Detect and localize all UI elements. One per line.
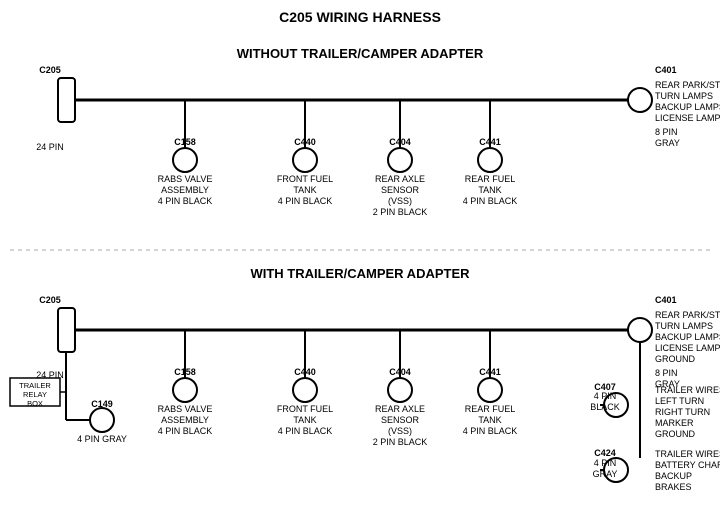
- c441-text2: TANK: [478, 185, 501, 195]
- c404-text2: SENSOR: [381, 185, 420, 195]
- c401b-label: C401: [655, 295, 677, 305]
- c440b-connector: [293, 378, 317, 402]
- c401b-text3: BACKUP LAMPS: [655, 332, 720, 342]
- c404b-label: C404: [389, 367, 411, 377]
- c404b-text4: 2 PIN BLACK: [373, 437, 428, 447]
- c401-text4: LICENSE LAMPS: [655, 113, 720, 123]
- c440-text2: TANK: [293, 185, 316, 195]
- c158-connector: [173, 148, 197, 172]
- c407-text3: RIGHT TURN: [655, 407, 710, 417]
- c424-color: GRAY: [593, 469, 618, 479]
- section1-label: WITHOUT TRAILER/CAMPER ADAPTER: [237, 46, 484, 61]
- c401-label: C401: [655, 65, 677, 75]
- c401b-text1: REAR PARK/STOP: [655, 310, 720, 320]
- c401-color-label: GRAY: [655, 138, 680, 148]
- c441-connector: [478, 148, 502, 172]
- c424-text3: BACKUP: [655, 471, 692, 481]
- c404-text1: REAR AXLE: [375, 174, 425, 184]
- c441b-label: C441: [479, 367, 501, 377]
- c440-connector: [293, 148, 317, 172]
- c401-text1: REAR PARK/STOP: [655, 80, 720, 90]
- wiring-diagram: C205 WIRING HARNESS WITHOUT TRAILER/CAMP…: [0, 0, 720, 517]
- c407-pin: 4 PIN: [594, 391, 617, 401]
- c424-text1: TRAILER WIRES: [655, 449, 720, 459]
- c401b-text4: LICENSE LAMPS: [655, 343, 720, 353]
- c440b-text1: FRONT FUEL: [277, 404, 333, 414]
- c407-text5: GROUND: [655, 429, 695, 439]
- c205-connector: [58, 78, 75, 122]
- c440b-text2: TANK: [293, 415, 316, 425]
- c158-text2: ASSEMBLY: [161, 185, 209, 195]
- c401-connector: [628, 88, 652, 112]
- c158b-connector: [173, 378, 197, 402]
- c404-label: C404: [389, 137, 411, 147]
- c158-label: C158: [174, 137, 196, 147]
- c158b-text3: 4 PIN BLACK: [158, 426, 213, 436]
- c407-text4: MARKER: [655, 418, 694, 428]
- c441b-text1: REAR FUEL: [465, 404, 516, 414]
- c158-text3: 4 PIN BLACK: [158, 196, 213, 206]
- c401-text2: TURN LAMPS: [655, 91, 713, 101]
- c441-text1: REAR FUEL: [465, 174, 516, 184]
- trailer-relay-text2: RELAY: [23, 390, 47, 399]
- c424-label: C424: [594, 448, 616, 458]
- c440-text1: FRONT FUEL: [277, 174, 333, 184]
- c404b-text1: REAR AXLE: [375, 404, 425, 414]
- c149-connector: [90, 408, 114, 432]
- c440-text3: 4 PIN BLACK: [278, 196, 333, 206]
- c205-pin-label: 24 PIN: [36, 142, 64, 152]
- c401b-pin-label: 8 PIN: [655, 368, 678, 378]
- page-title: C205 WIRING HARNESS: [279, 9, 441, 25]
- c401b-text5: GROUND: [655, 354, 695, 364]
- c440b-text3: 4 PIN BLACK: [278, 426, 333, 436]
- c441b-text3: 4 PIN BLACK: [463, 426, 518, 436]
- c440b-label: C440: [294, 367, 316, 377]
- c149-label: C149: [91, 399, 113, 409]
- c424-pin: 4 PIN: [594, 458, 617, 468]
- c404b-connector: [388, 378, 412, 402]
- c441-label: C441: [479, 137, 501, 147]
- c149-text1: 4 PIN GRAY: [77, 434, 127, 444]
- c401b-connector: [628, 318, 652, 342]
- c404-text4: 2 PIN BLACK: [373, 207, 428, 217]
- c404-connector: [388, 148, 412, 172]
- c205b-label: C205: [39, 295, 61, 305]
- c424-text2: BATTERY CHARGE: [655, 460, 720, 470]
- c158-text1: RABS VALVE: [158, 174, 213, 184]
- c158b-text1: RABS VALVE: [158, 404, 213, 414]
- c404-text3: (VSS): [388, 196, 412, 206]
- c441b-connector: [478, 378, 502, 402]
- c158b-label: C158: [174, 367, 196, 377]
- c407-color: BLACK: [590, 402, 620, 412]
- c401-text3: BACKUP LAMPS: [655, 102, 720, 112]
- c404b-text3: (VSS): [388, 426, 412, 436]
- c401-pin-label: 8 PIN: [655, 127, 678, 137]
- c158b-text2: ASSEMBLY: [161, 415, 209, 425]
- c205b-connector: [58, 308, 75, 352]
- c407-text2: LEFT TURN: [655, 396, 704, 406]
- c407-text1: TRAILER WIRES: [655, 385, 720, 395]
- trailer-relay-text3: BOX: [27, 399, 43, 408]
- c441b-text2: TANK: [478, 415, 501, 425]
- c205-label: C205: [39, 65, 61, 75]
- c401b-text2: TURN LAMPS: [655, 321, 713, 331]
- trailer-relay-text1: TRAILER: [19, 381, 51, 390]
- section2-label: WITH TRAILER/CAMPER ADAPTER: [250, 266, 470, 281]
- c440-label: C440: [294, 137, 316, 147]
- c424-text4: BRAKES: [655, 482, 692, 492]
- c441-text3: 4 PIN BLACK: [463, 196, 518, 206]
- c404b-text2: SENSOR: [381, 415, 420, 425]
